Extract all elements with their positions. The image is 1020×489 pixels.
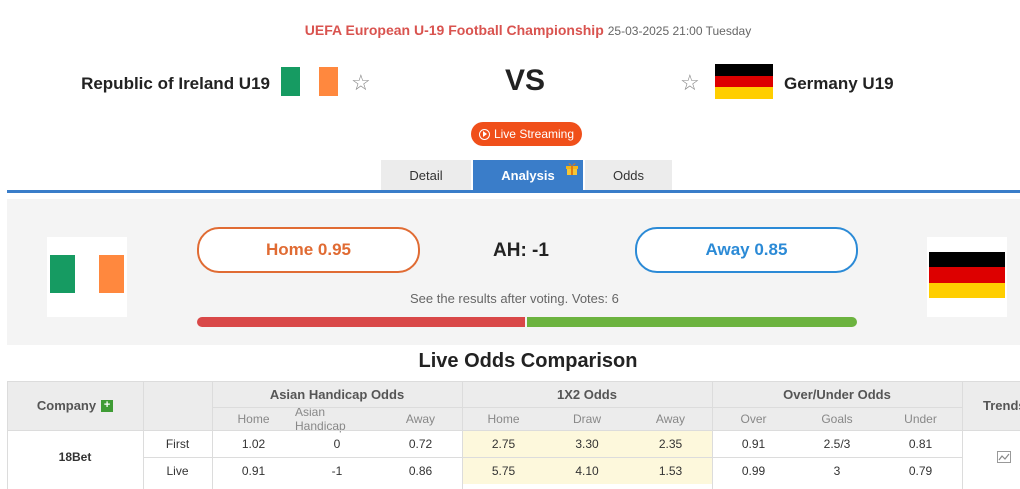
first-1x2-away[interactable]: 2.35 — [629, 430, 712, 457]
ireland-big-flag-icon — [50, 255, 125, 293]
first-ah-home[interactable]: 1.02 — [212, 430, 295, 457]
asian-handicap-label: AH: -1 — [493, 240, 549, 261]
company-header-label: Company — [36, 398, 97, 413]
trends-header-label: Trends — [983, 398, 1020, 413]
subheader-ah-home: Home — [212, 407, 295, 430]
subheader-ou-goals: Goals — [795, 407, 879, 430]
subheader-ou-under: Under — [879, 407, 962, 430]
live-ou-goals[interactable]: 3 — [795, 457, 879, 484]
gift-icon — [566, 163, 578, 175]
vote-home-button[interactable]: Home 0.95 — [197, 227, 420, 273]
subheader-1x2-draw: Draw — [545, 407, 629, 430]
first-ou-under[interactable]: 0.81 — [879, 430, 962, 457]
company-name-18bet[interactable]: 18Bet — [7, 430, 143, 484]
over-under-group-header: Over/Under Odds — [712, 381, 962, 407]
add-company-icon[interactable]: + — [101, 399, 114, 412]
odds-comparison-title: Live Odds Comparison — [418, 350, 638, 372]
table-group-divider — [212, 407, 962, 408]
tab-underline — [7, 190, 1020, 193]
trends-header: Trends — [962, 381, 1020, 430]
subheader-1x2-home: Home — [462, 407, 545, 430]
first-ou-goals[interactable]: 2.5/3 — [795, 430, 879, 457]
first-1x2-home[interactable]: 2.75 — [462, 430, 545, 457]
live-streaming-button[interactable]: Live Streaming — [471, 122, 582, 146]
favorite-star-icon-home[interactable]: ☆ — [351, 72, 371, 94]
tab-detail[interactable]: Detail — [381, 160, 471, 190]
germany-big-flag-icon — [929, 252, 1005, 298]
trend-chart-icon[interactable] — [997, 451, 1011, 463]
ireland-flag-icon — [281, 67, 338, 96]
table-col-divider-type — [212, 381, 213, 489]
first-1x2-draw[interactable]: 3.30 — [545, 430, 629, 457]
play-icon — [478, 128, 490, 140]
vote-bar-home — [197, 317, 525, 327]
subheader-ah-line: Asian Handicap — [295, 405, 379, 433]
vote-bar-away — [527, 317, 857, 327]
live-1x2-away[interactable]: 1.53 — [629, 457, 712, 484]
live-ou-over[interactable]: 0.99 — [712, 457, 795, 484]
match-datetime: 25-03-2025 21:00 Tuesday — [607, 24, 752, 38]
live-ah-away[interactable]: 0.86 — [379, 457, 462, 484]
competition-name[interactable]: UEFA European U-19 Football Championship — [305, 22, 604, 38]
table-border-top — [7, 381, 1020, 382]
company-header: Company + — [7, 381, 143, 430]
match-header-line: UEFA European U-19 Football Championship… — [0, 22, 1020, 38]
away-team-name[interactable]: Germany U19 — [784, 74, 894, 94]
live-ah-line[interactable]: -1 — [295, 457, 379, 484]
asian-handicap-group-header: Asian Handicap Odds — [212, 381, 462, 407]
live-streaming-label: Live Streaming — [493, 127, 575, 141]
first-ou-over[interactable]: 0.91 — [712, 430, 795, 457]
table-col-divider-ou — [962, 381, 963, 489]
home-team-name[interactable]: Republic of Ireland U19 — [81, 74, 270, 94]
live-1x2-draw[interactable]: 4.10 — [545, 457, 629, 484]
subheader-ah-away: Away — [379, 407, 462, 430]
first-ah-line[interactable]: 0 — [295, 430, 379, 457]
away-big-flag — [927, 237, 1007, 317]
vote-results-note: See the results after voting. Votes: 6 — [410, 291, 619, 306]
vote-away-button[interactable]: Away 0.85 — [635, 227, 858, 273]
subheader-ou-over: Over — [712, 407, 795, 430]
type-header — [143, 381, 212, 430]
germany-flag-icon — [715, 64, 773, 100]
first-ah-away[interactable]: 0.72 — [379, 430, 462, 457]
table-header-divider — [7, 430, 1020, 431]
1x2-group-header: 1X2 Odds — [462, 381, 712, 407]
table-border-left — [7, 381, 8, 489]
row-type-live: Live — [166, 463, 189, 478]
live-ou-under[interactable]: 0.79 — [879, 457, 962, 484]
trends-cell — [962, 430, 1020, 484]
favorite-star-icon-away[interactable]: ☆ — [680, 72, 700, 94]
table-col-divider-1x2 — [712, 381, 713, 489]
live-ah-home[interactable]: 0.91 — [212, 457, 295, 484]
tab-odds[interactable]: Odds — [585, 160, 672, 190]
row-type-first: First — [165, 436, 190, 451]
table-col-divider-company — [143, 381, 144, 489]
vs-label: VS — [505, 64, 546, 97]
live-1x2-home[interactable]: 5.75 — [462, 457, 545, 484]
subheader-1x2-away: Away — [629, 407, 712, 430]
table-row-divider — [143, 457, 962, 458]
home-big-flag — [47, 237, 127, 317]
table-col-divider-ah — [462, 381, 463, 489]
